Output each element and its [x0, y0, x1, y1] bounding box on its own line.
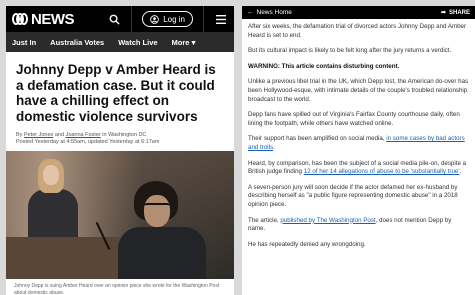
back-to-news-home[interactable]: ← News Home: [247, 9, 292, 16]
paragraph-text: .: [459, 168, 462, 176]
nav-australia-votes[interactable]: Australia Votes: [50, 38, 104, 47]
article-hero-photo[interactable]: [6, 151, 234, 279]
share-button[interactable]: ➦ SHARE: [440, 9, 470, 17]
photo-figure-right: [118, 227, 206, 279]
user-icon: [150, 14, 160, 24]
byline-dates: Posted Yesterday at 4:55am, updated Yest…: [16, 139, 160, 145]
author-link-2[interactable]: Joanna Foster: [66, 132, 101, 138]
section-nav: Just In Australia Votes Watch Live More …: [6, 32, 234, 52]
paragraph-text: .: [273, 143, 275, 151]
paragraph: After six weeks, the defamation trial of…: [248, 23, 467, 39]
paragraph: Heard, by comparison, has been the subje…: [248, 160, 469, 177]
paragraph-text: The article,: [248, 216, 281, 224]
article-header: Johnny Depp v Amber Heard is a defamatio…: [6, 52, 234, 146]
nav-watch-live[interactable]: Watch Live: [118, 38, 157, 47]
paragraph: The article, published by The Washington…: [248, 217, 469, 234]
paragraph: He has repeatedly denied any wrongdoing.: [248, 240, 366, 248]
login-label: Log in: [163, 14, 185, 24]
divider: [131, 6, 133, 32]
article-top-bar: ← News Home ➦ SHARE: [242, 6, 475, 19]
back-label: News Home: [256, 9, 292, 16]
arrow-left-icon: ←: [247, 9, 254, 16]
paragraph: Unlike a previous libel trial in the UK,…: [248, 78, 469, 103]
chevron-down-icon: ▾: [191, 37, 196, 47]
byline-location: in Washington DC: [102, 132, 147, 138]
inline-link-allegations[interactable]: 12 of her 14 allegations of abuse to be …: [304, 168, 460, 175]
screenshot-stage: NEWS Log in Just In Australia Votes Watc…: [0, 0, 475, 295]
paragraph: A seven-person jury will soon decide if …: [248, 183, 458, 208]
photo-caption: Johnny Depp is suing Amber Heard over an…: [14, 283, 220, 295]
search-icon[interactable]: [107, 12, 121, 26]
article-body: After six weeks, the defamation trial of…: [242, 19, 475, 260]
brand-text: NEWS: [31, 10, 75, 28]
divider: [203, 6, 204, 32]
top-bar: NEWS Log in: [6, 6, 234, 32]
login-button[interactable]: Log in: [142, 11, 193, 27]
nav-more-label: More: [171, 37, 190, 47]
byline-prefix: By: [16, 132, 23, 138]
byline-and: and: [54, 132, 65, 138]
share-label: SHARE: [448, 9, 470, 16]
hamburger-menu-icon[interactable]: [214, 12, 228, 26]
article-headline: Johnny Depp v Amber Heard is a defamatio…: [16, 62, 216, 124]
byline: By Peter Jones and Joanna Foster in Wash…: [16, 132, 224, 146]
share-arrow-icon: ➦: [440, 10, 446, 16]
content-warning: WARNING: This article contains disturbin…: [248, 62, 400, 70]
photo-figure-right-face: [144, 195, 170, 227]
paragraph: But its cultural impact is likely to be …: [248, 47, 452, 55]
author-link-1[interactable]: Peter Jones: [24, 132, 53, 138]
photo-figure-left-face: [43, 165, 59, 185]
nav-more[interactable]: More ▾: [172, 38, 196, 47]
abc-logo-icon: [12, 13, 28, 25]
paragraph: Depp fans have spilled out of Virginia's…: [248, 111, 460, 127]
article-page-right: ← News Home ➦ SHARE After six weeks, the…: [242, 6, 475, 295]
paragraph: Their support has been amplified on soci…: [248, 135, 469, 152]
inline-link-washington-post[interactable]: published by The Washington Post: [280, 217, 375, 224]
top-actions: Log in: [107, 6, 228, 32]
nav-just-in[interactable]: Just In: [12, 38, 36, 47]
paragraph-text: Their support has been amplified on soci…: [248, 135, 387, 143]
article-page-left: NEWS Log in Just In Australia Votes Watc…: [6, 6, 234, 295]
photo-glasses: [144, 203, 170, 209]
abc-news-logo[interactable]: NEWS: [12, 10, 75, 28]
